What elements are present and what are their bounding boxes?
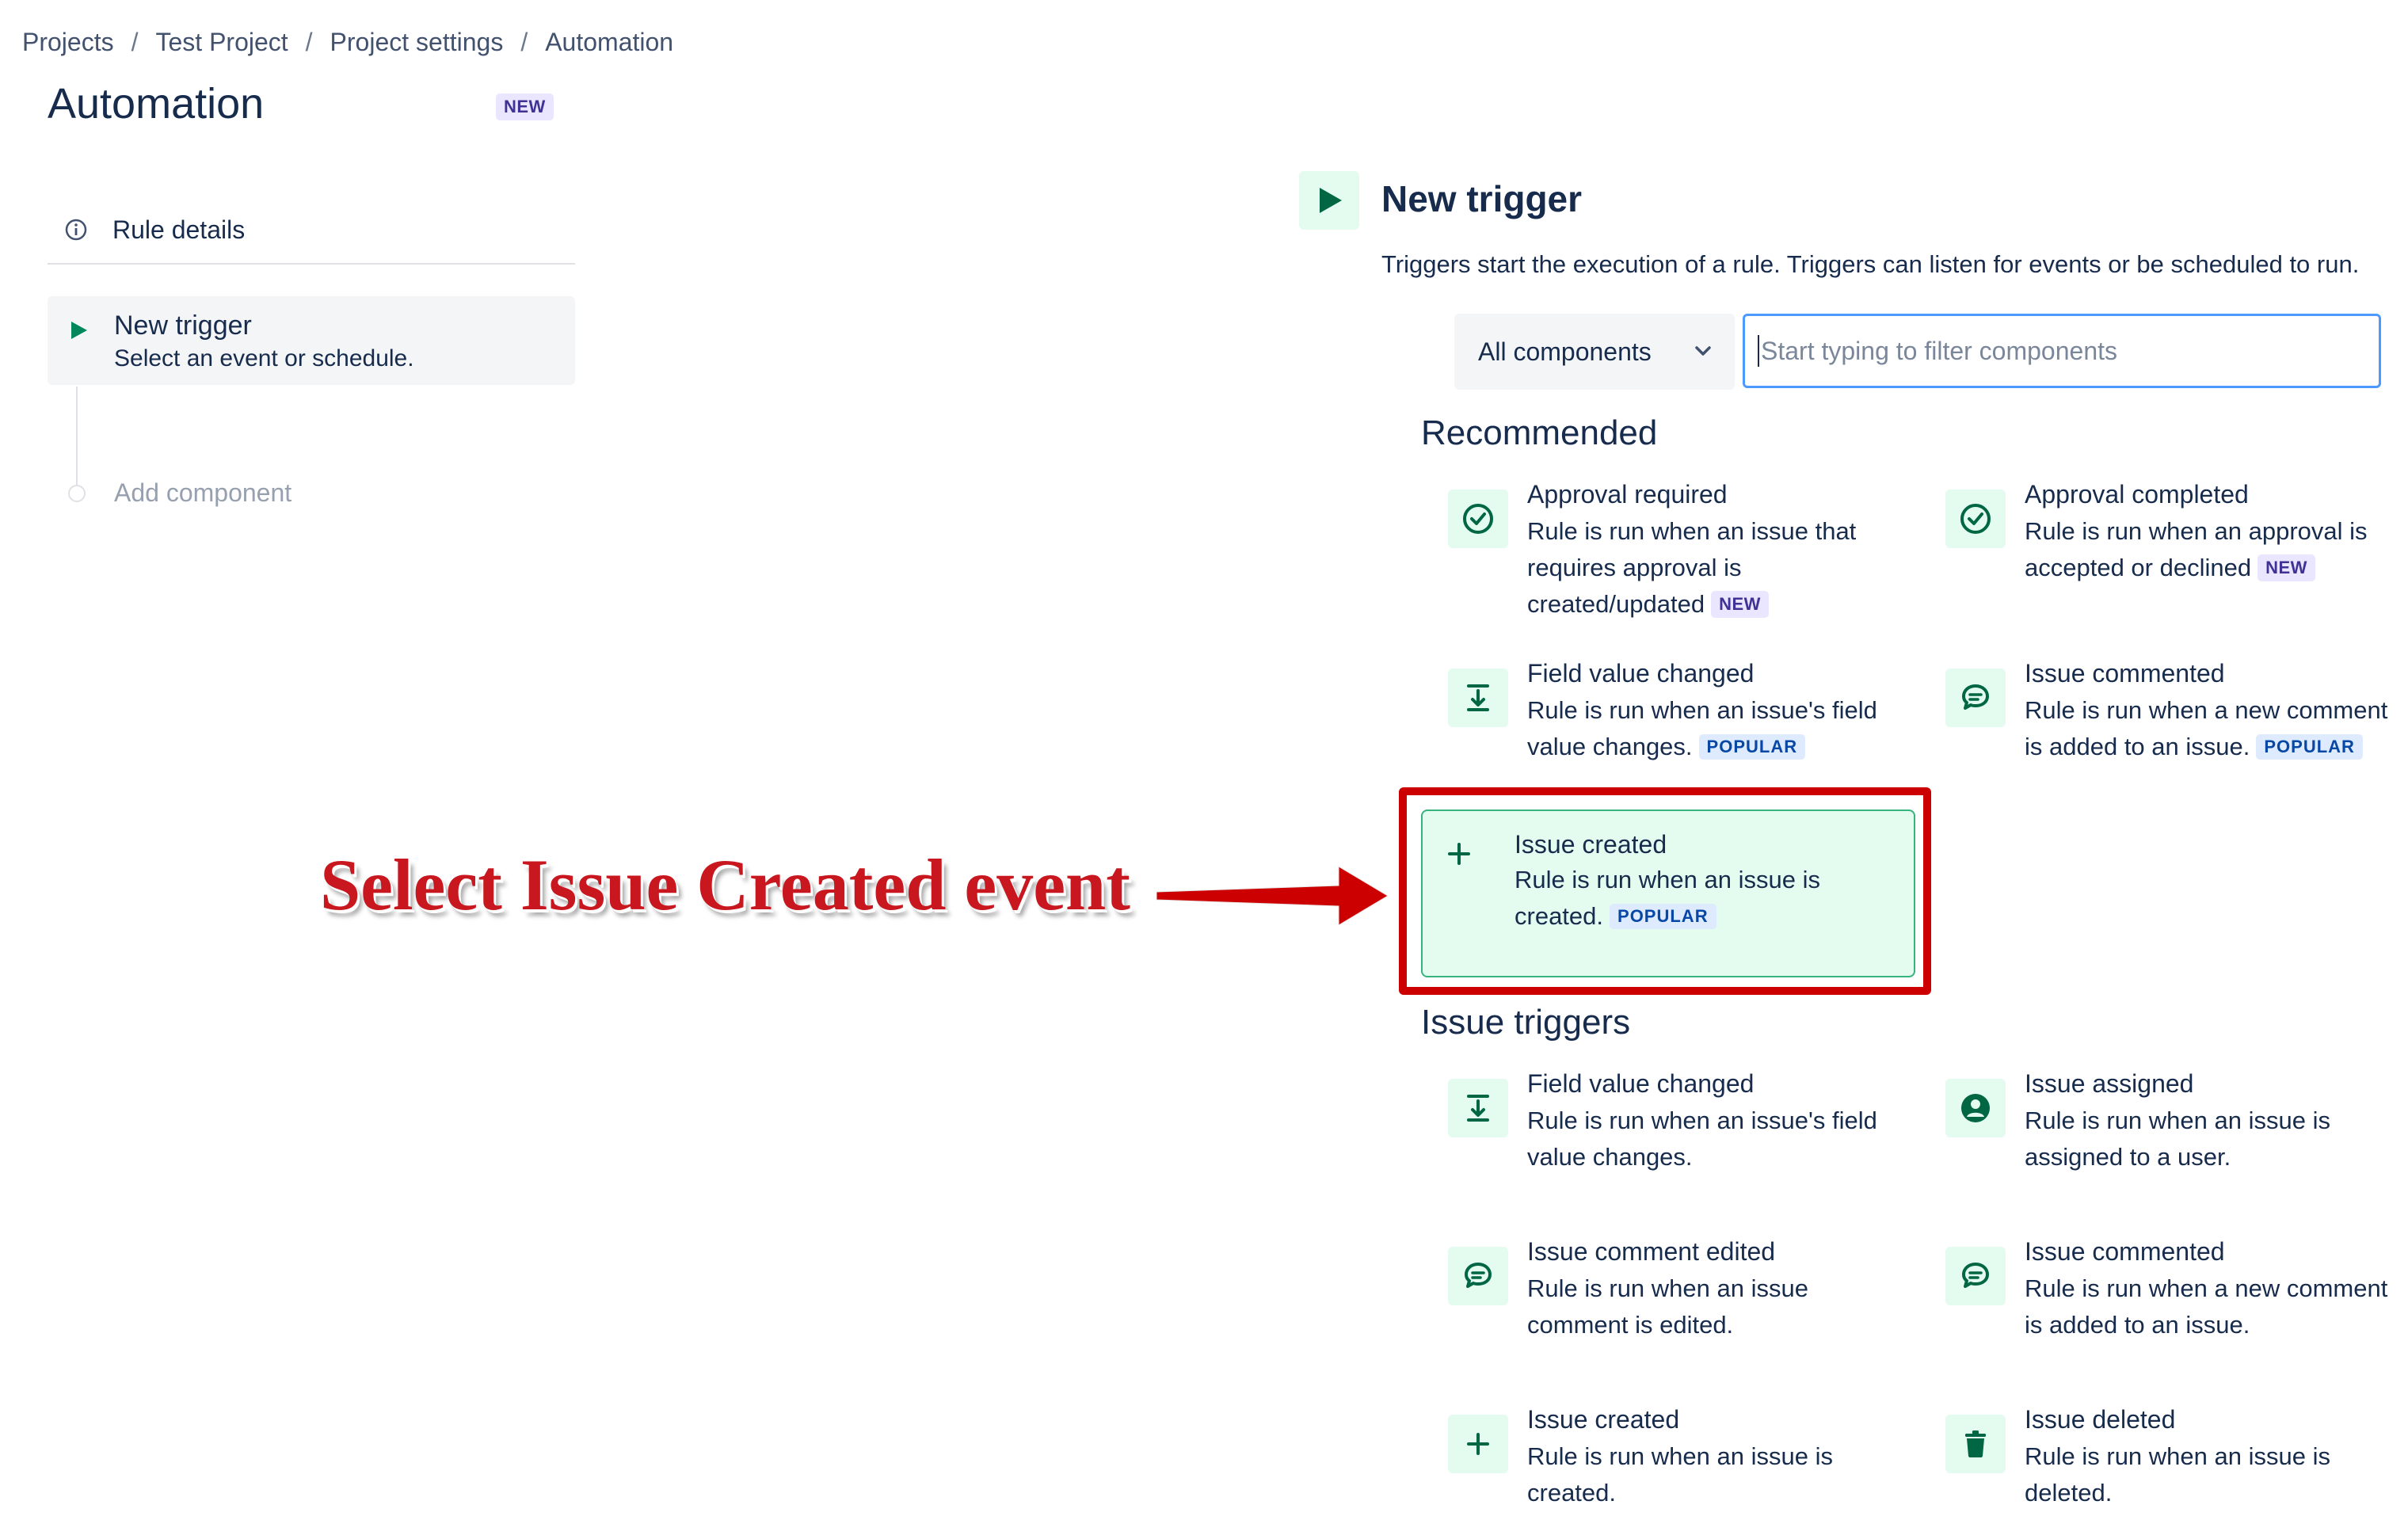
popular-badge: POPULAR [1610, 904, 1716, 929]
check-circle-icon [1945, 490, 2006, 548]
recommended-heading: Recommended [1421, 413, 1658, 452]
component-type-select[interactable]: All components [1454, 314, 1735, 390]
plus-icon [1435, 830, 1483, 878]
annotation-callout: Select Issue Created event [320, 844, 1130, 925]
comment-icon [1448, 1247, 1508, 1305]
breadcrumb: Projects / Test Project / Project settin… [22, 24, 673, 60]
card-title: Issue commented [2025, 659, 2225, 688]
step-trigger-subtitle: Select an event or schedule. [114, 345, 414, 371]
step-new-trigger[interactable]: New trigger Select an event or schedule. [48, 296, 575, 385]
popular-badge: POPULAR [1698, 734, 1806, 760]
play-icon [68, 320, 89, 345]
card-title: Issue commented [2025, 1237, 2225, 1266]
card-description: Rule is run when an issue that requires … [1527, 513, 1899, 623]
card-title: Issue assigned [2025, 1069, 2194, 1098]
trigger-description: Triggers start the execution of a rule. … [1381, 250, 2360, 278]
filter-components-input[interactable]: Start typing to filter components [1743, 314, 2381, 388]
timeline-line [76, 387, 78, 485]
rule-details-item[interactable]: Rule details [48, 196, 575, 265]
text-caret [1758, 335, 1759, 367]
check-circle-icon [1448, 490, 1508, 548]
new-badge: NEW [2258, 554, 2315, 581]
card-description: Rule is run when an issue's field value … [1527, 1107, 1877, 1171]
new-trigger-heading: New trigger [1381, 178, 1583, 219]
field-change-icon [1448, 669, 1508, 727]
card-title: Issue comment edited [1527, 1237, 1776, 1266]
card-desc-text: Rule is run when an issue that requires … [1527, 517, 1857, 618]
issue-triggers-heading: Issue triggers [1421, 1003, 1631, 1042]
trash-icon [1945, 1415, 2006, 1473]
user-icon [1945, 1079, 2006, 1137]
card-desc-text: Rule is run when an approval is accepted… [2025, 517, 2368, 581]
comment-icon [1945, 669, 2006, 727]
rule-details-label: Rule details [112, 215, 246, 244]
new-badge: NEW [1711, 591, 1769, 618]
breadcrumb-separator: / [305, 27, 313, 56]
arrow-right-icon [1156, 866, 1389, 926]
card-description: Rule is run when an approval is accepted… [2025, 513, 2397, 586]
info-icon [60, 214, 92, 246]
popular-badge: POPULAR [2256, 734, 2363, 760]
play-icon [1299, 171, 1359, 230]
card-title: Approval required [1527, 480, 1728, 509]
chevron-down-icon [1692, 339, 1714, 368]
card-issue-created-selected[interactable]: Issue created Rule is run when an issue … [1421, 809, 1915, 977]
card-title: Field value changed [1527, 1069, 1755, 1098]
card-title: Issue deleted [2025, 1405, 2176, 1434]
breadcrumb-projects[interactable]: Projects [22, 28, 114, 57]
breadcrumb-automation[interactable]: Automation [545, 28, 673, 57]
card-description: Rule is run when an issue's field value … [1527, 692, 1899, 765]
add-component-dot [68, 485, 86, 502]
card-title: Approval completed [2025, 480, 2249, 509]
plus-icon [1448, 1415, 1508, 1473]
new-badge: NEW [496, 93, 554, 120]
card-title: Issue created [1515, 830, 1667, 859]
card-description: Rule is run when a new comment is added … [2025, 1274, 2388, 1339]
component-select-value: All components [1478, 337, 1652, 366]
breadcrumb-test-project[interactable]: Test Project [155, 28, 288, 57]
breadcrumb-project-settings[interactable]: Project settings [330, 28, 504, 57]
card-description: Rule is run when an issue is assigned to… [2025, 1107, 2330, 1171]
page-title: Automation [48, 80, 265, 128]
card-description: Rule is run when an issue is created. [1527, 1442, 1833, 1507]
card-title: Field value changed [1527, 659, 1755, 688]
card-title: Issue created [1527, 1405, 1680, 1434]
breadcrumb-separator: / [520, 27, 528, 56]
add-component-link[interactable]: Add component [114, 478, 291, 508]
field-change-icon [1448, 1079, 1508, 1137]
card-description: Rule is run when an issue comment is edi… [1527, 1274, 1808, 1339]
step-trigger-title: New trigger [114, 310, 252, 341]
comment-icon [1945, 1247, 2006, 1305]
breadcrumb-separator: / [131, 27, 139, 56]
card-description: Rule is run when an issue is created. POP… [1515, 862, 1895, 935]
card-description: Rule is run when a new comment is added … [2025, 692, 2397, 765]
card-description: Rule is run when an issue is deleted. [2025, 1442, 2330, 1507]
filter-placeholder: Start typing to filter components [1761, 336, 2117, 365]
